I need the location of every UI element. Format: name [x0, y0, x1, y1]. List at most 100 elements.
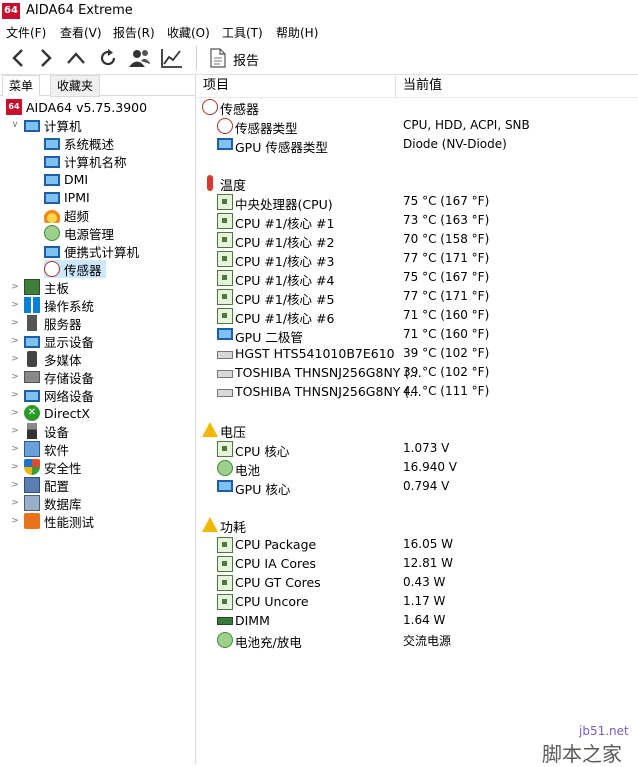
table-row[interactable]: 电池充/放电 交流电源	[197, 631, 638, 650]
row-value: 44 °C (111 °F)	[403, 384, 490, 398]
table-row[interactable]: TOSHIBA THNSNJ256G8NY (… 39 °C (102 °F)	[197, 364, 638, 383]
tree-item-ipmi[interactable]: IPMI	[44, 188, 90, 206]
tree-item-summary[interactable]: 系统概述	[44, 134, 114, 152]
tree-item-config[interactable]: 配置	[24, 476, 69, 494]
table-row[interactable]: CPU Uncore 1.17 W	[197, 593, 638, 612]
tab-favorites[interactable]: 收藏夹	[50, 75, 101, 97]
menu-view[interactable]: 查看(V)	[60, 24, 102, 41]
toolbar-separator	[196, 46, 197, 70]
tree-item-security[interactable]: 安全性	[24, 458, 82, 476]
chevron-right-icon[interactable]: >	[10, 368, 20, 386]
refresh-icon[interactable]	[96, 46, 120, 70]
tree-item-computer-name[interactable]: 计算机名称	[44, 152, 127, 170]
chip-icon	[217, 194, 233, 210]
chevron-right-icon[interactable]: >	[10, 332, 20, 350]
computer-icon	[24, 119, 40, 132]
row-value: 71 °C (160 °F)	[403, 327, 490, 341]
column-header-item[interactable]: 项目	[203, 75, 229, 97]
tree-item-database[interactable]: 数据库	[24, 494, 82, 512]
menu-favorites[interactable]: 收藏(O)	[167, 24, 210, 41]
up-icon[interactable]	[64, 46, 88, 70]
section-header-power[interactable]: 功耗	[197, 516, 638, 536]
back-icon[interactable]	[6, 46, 30, 70]
chevron-down-icon[interactable]: ∨	[10, 116, 20, 134]
tree-root[interactable]: 64 AIDA64 v5.75.3900	[6, 98, 147, 116]
table-row[interactable]: GPU 核心 0.794 V	[197, 478, 638, 497]
chevron-right-icon[interactable]: >	[10, 476, 20, 494]
forward-icon[interactable]	[34, 46, 58, 70]
table-row[interactable]: CPU Package 16.05 W	[197, 536, 638, 555]
menu-help[interactable]: 帮助(H)	[276, 24, 318, 41]
monitor-icon	[217, 138, 233, 150]
tree-item-directx[interactable]: ✕ DirectX	[24, 404, 90, 422]
tree-item-storage[interactable]: 存储设备	[24, 368, 94, 386]
row-value: 16.940 V	[403, 460, 458, 474]
title-bar: 64 AIDA64 Extreme	[0, 0, 638, 22]
table-row[interactable]: CPU #1/核心 #1 73 °C (163 °F)	[197, 212, 638, 231]
table-row[interactable]: 中央处理器(CPU) 75 °C (167 °F)	[197, 193, 638, 212]
chevron-right-icon[interactable]: >	[10, 404, 20, 422]
tree-item-overclock[interactable]: 超频	[44, 206, 89, 224]
menu-report[interactable]: 报告(R)	[113, 24, 155, 41]
table-row[interactable]: CPU #1/核心 #3 77 °C (171 °F)	[197, 250, 638, 269]
chevron-right-icon[interactable]: >	[10, 350, 20, 368]
user-icon[interactable]	[128, 46, 152, 70]
table-row[interactable]: GPU 传感器类型 Diode (NV-Diode)	[197, 136, 638, 155]
menu-file[interactable]: 文件(F)	[6, 24, 46, 41]
chevron-right-icon[interactable]: >	[10, 458, 20, 476]
table-row[interactable]: CPU #1/核心 #4 75 °C (167 °F)	[197, 269, 638, 288]
column-header-value[interactable]: 当前值	[403, 75, 442, 97]
section-header-temperature[interactable]: 温度	[197, 174, 638, 194]
table-row[interactable]: GPU 二极管 71 °C (160 °F)	[197, 326, 638, 345]
watermark-site: jb51.net	[579, 724, 629, 738]
chevron-right-icon[interactable]: >	[10, 440, 20, 458]
table-row[interactable]: 传感器类型 CPU, HDD, ACPI, SNB	[197, 117, 638, 136]
column-separator[interactable]	[395, 75, 396, 97]
chevron-right-icon[interactable]: >	[10, 512, 20, 530]
row-label: 电池	[235, 463, 261, 478]
table-row[interactable]: CPU #1/核心 #2 70 °C (158 °F)	[197, 231, 638, 250]
chevron-right-icon[interactable]: >	[10, 494, 20, 512]
tree-item-computer[interactable]: 计算机	[24, 116, 82, 134]
chart-icon[interactable]	[160, 46, 184, 70]
chip-icon	[217, 270, 233, 286]
chevron-right-icon[interactable]: >	[10, 386, 20, 404]
memory-icon	[217, 617, 233, 625]
table-row[interactable]: 电池 16.940 V	[197, 459, 638, 478]
tree-item-network[interactable]: 网络设备	[24, 386, 94, 404]
tab-menu[interactable]: 菜单	[2, 75, 41, 97]
tree-item-display[interactable]: 显示设备	[24, 332, 94, 350]
chevron-right-icon[interactable]: >	[10, 278, 20, 296]
tree-item-dmi[interactable]: DMI	[44, 170, 88, 188]
chevron-right-icon[interactable]: >	[10, 296, 20, 314]
tree-item-os[interactable]: 操作系统	[24, 296, 94, 314]
chevron-right-icon[interactable]: >	[10, 422, 20, 440]
gauge-icon	[217, 118, 233, 134]
table-row[interactable]: CPU #1/核心 #5 77 °C (171 °F)	[197, 288, 638, 307]
tree-label: 配置	[44, 478, 70, 494]
table-row[interactable]: DIMM 1.64 W	[197, 612, 638, 631]
table-row[interactable]: CPU 核心 1.073 V	[197, 440, 638, 459]
tree-label: 网络设备	[44, 388, 95, 404]
section-header-sensor[interactable]: 传感器	[197, 98, 638, 118]
tree-item-power[interactable]: 电源管理	[44, 224, 114, 242]
tree-item-server[interactable]: 服务器	[24, 314, 82, 332]
table-row[interactable]: HGST HTS541010B7E610 39 °C (102 °F)	[197, 345, 638, 364]
tree-item-benchmark[interactable]: 性能测试	[24, 512, 94, 530]
table-row[interactable]: CPU GT Cores 0.43 W	[197, 574, 638, 593]
tree-item-software[interactable]: 软件	[24, 440, 69, 458]
tree-item-sensor[interactable]: 传感器	[44, 260, 106, 278]
section-header-voltage[interactable]: 电压	[197, 421, 638, 441]
disk-icon	[217, 351, 233, 359]
chevron-right-icon[interactable]: >	[10, 314, 20, 332]
menu-tools[interactable]: 工具(T)	[222, 24, 263, 41]
table-row[interactable]: TOSHIBA THNSNJ256G8NY (… 44 °C (111 °F)	[197, 383, 638, 402]
tree-item-motherboard[interactable]: 主板	[24, 278, 69, 296]
table-row[interactable]: CPU #1/核心 #6 71 °C (160 °F)	[197, 307, 638, 326]
tree-item-devices[interactable]: 设备	[24, 422, 69, 440]
tree-item-portable[interactable]: 便携式计算机	[44, 242, 139, 260]
tree-item-multimedia[interactable]: 多媒体	[24, 350, 82, 368]
table-row[interactable]: CPU IA Cores 12.81 W	[197, 555, 638, 574]
report-button-label[interactable]: 报告	[233, 50, 259, 69]
report-icon[interactable]	[206, 46, 230, 70]
